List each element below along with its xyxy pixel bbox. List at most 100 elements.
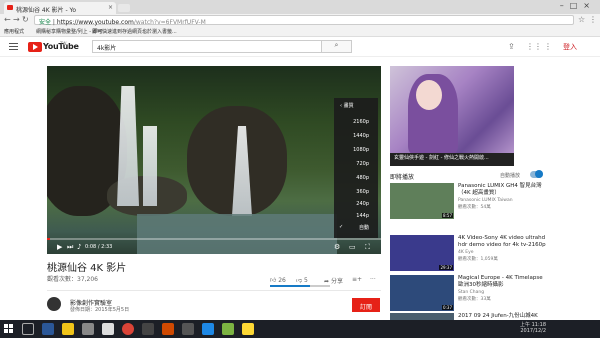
more-actions-icon[interactable]: ··· (370, 276, 376, 283)
autoplay-toggle[interactable] (530, 170, 543, 178)
windows-start-icon[interactable] (4, 324, 14, 334)
time-display: 0:08 / 2:33 (85, 244, 113, 250)
clock-date: 2017/12/2 (520, 328, 546, 334)
quality-option[interactable]: 240p (356, 201, 369, 207)
share-label: 分享 (330, 278, 343, 285)
bookmark-item[interactable]: 即可快速進到存過網頁... (92, 28, 147, 35)
menu-dots-icon[interactable]: ⋮ (589, 15, 597, 24)
search-icon: ⌕ (334, 41, 339, 49)
view-count: 觀看次數：37,206 (47, 276, 98, 283)
upload-icon[interactable]: ⇪ (508, 42, 515, 51)
ad-caption[interactable]: 玄靈仙俠手遊 - 劍紅 - 修仙之戰火熱開啟... (390, 153, 514, 166)
video-duration: 8:57 (442, 213, 453, 218)
quality-option[interactable]: 1080p (353, 147, 369, 153)
forward-icon[interactable]: → (13, 15, 20, 24)
subscribe-button[interactable]: 訂閱 (352, 298, 380, 312)
quality-option[interactable]: 720p (356, 161, 369, 167)
selected-check-icon: ✓ (339, 224, 344, 230)
bookmarks-bar: 應用程式 網購秘享購物彙整/列上 - 即可... 即可快速進到存過網頁... 也… (0, 26, 600, 37)
channel-avatar[interactable] (47, 297, 61, 311)
theater-mode-icon[interactable]: ▭ (349, 243, 356, 251)
quality-option-selected[interactable]: 自動 (359, 224, 369, 231)
publish-date: 發佈日期：2015年5月5日 (70, 307, 130, 313)
apps-grid-icon[interactable]: ⋮⋮ (526, 42, 542, 51)
system-tray-clock[interactable]: 上午 11:18 2017/12/2 (520, 322, 546, 334)
progress-bar[interactable] (47, 238, 381, 240)
autoplay-label: 自動播放 (500, 173, 521, 179)
ie-icon[interactable] (42, 323, 54, 335)
video-item-title[interactable]: 2017 09 24 Jiufen-九份山城4K (458, 313, 548, 320)
video-item-title[interactable]: Magical Europe - 4K Timelapse 歐洲30秒縮時攝影 (458, 275, 548, 289)
sign-in-button[interactable]: 登入 (563, 42, 577, 52)
app-icon[interactable] (182, 323, 194, 335)
thumbs-down-icon: 👎︎ (296, 277, 303, 284)
fullscreen-icon[interactable]: ⛶ (365, 243, 370, 252)
quality-option[interactable]: 2160p (353, 119, 369, 125)
star-icon[interactable]: ☆ (578, 15, 585, 24)
video-thumbnail[interactable]: 8:57 (390, 183, 454, 219)
dislike-button[interactable]: 👎︎ 5 (296, 276, 308, 284)
secure-label: 安全 (39, 19, 52, 26)
divider (47, 290, 381, 291)
search-input[interactable]: 4k影片 (92, 40, 322, 53)
bookmark-item[interactable]: 也於瀏入書籤... (142, 28, 177, 35)
quality-settings-menu[interactable]: ‹ 畫質 2160p 1440p 1080p 720p 480p 360p 24… (334, 98, 378, 238)
hamburger-menu-icon[interactable] (9, 43, 18, 50)
advertisement-banner[interactable] (390, 66, 514, 166)
waterfall (143, 126, 157, 206)
quality-option[interactable]: 1440p (353, 133, 369, 139)
task-view-icon[interactable] (22, 323, 34, 335)
quality-menu-header[interactable]: ‹ 畫質 (340, 102, 354, 109)
video-item-channel: 4K Eye (458, 250, 474, 255)
next-icon[interactable]: ⏭ (67, 243, 73, 252)
app-icon[interactable] (142, 323, 154, 335)
video-item-views: 觀看次數：54萬 (458, 205, 491, 210)
browser-tab[interactable]: 桃源仙谷 4K 影片 - Yo × (4, 2, 116, 14)
video-item-views: 觀看次數：33萬 (458, 297, 491, 302)
store-icon[interactable] (82, 323, 94, 335)
video-item-channel: Panasonic LUMIX Taiwan (458, 198, 513, 203)
app-icon[interactable] (242, 323, 254, 335)
window-controls[interactable]: –□× (560, 1, 596, 10)
play-icon[interactable]: ▶ (57, 243, 62, 251)
dislike-count: 5 (304, 277, 308, 284)
video-item-title[interactable]: Panasonic LUMIX GH4 智見台灣（4K 超高畫質） (458, 183, 548, 197)
app-icon[interactable] (202, 323, 214, 335)
player-controls: ▶ ⏭ ♪ 0:08 / 2:33 ⚙ ▭ ⛶ (47, 237, 381, 254)
app-icon[interactable] (222, 323, 234, 335)
bookmark-apps[interactable]: 應用程式 (4, 28, 24, 35)
tab-title: 桃源仙谷 4K 影片 - Yo (16, 7, 77, 14)
video-player[interactable] (47, 66, 381, 254)
video-thumbnail[interactable]: 0:37 (390, 275, 454, 311)
url-host: https://www.youtube.com (56, 19, 134, 26)
video-item-title[interactable]: 4K Video-Sony 4K video ultrahd hdr demo … (458, 235, 548, 249)
like-button[interactable]: 👍︎ 26 (270, 276, 286, 284)
video-item-views: 觀看次數：1,059萬 (458, 257, 498, 262)
video-duration: 29:37 (439, 265, 453, 270)
url-field[interactable]: 安全 | https://www.youtube.com/watch?v=6FV… (34, 15, 574, 26)
video-thumbnail[interactable]: 29:37 (390, 235, 454, 271)
close-tab-icon[interactable]: × (108, 4, 113, 11)
like-ratio-bar (270, 285, 330, 287)
share-button[interactable]: ➦ 分享 (324, 276, 343, 285)
app-icon[interactable] (102, 323, 114, 335)
search-button[interactable]: ⌕ (322, 40, 352, 53)
chrome-icon[interactable] (122, 323, 134, 335)
more-icon[interactable]: ⋮ (544, 42, 552, 51)
settings-gear-icon[interactable]: ⚙ (334, 243, 340, 251)
volume-icon[interactable]: ♪ (77, 243, 81, 251)
up-next-label: 即將播放 (390, 174, 415, 181)
quality-option[interactable]: 480p (356, 175, 369, 181)
quality-option[interactable]: 360p (356, 189, 369, 195)
youtube-logo-icon[interactable] (28, 42, 42, 52)
file-explorer-icon[interactable] (62, 323, 74, 335)
share-icon: ➦ (324, 278, 330, 285)
reload-icon[interactable]: ↻ (22, 15, 29, 24)
thumbs-up-icon: 👍︎ (270, 277, 277, 284)
video-thumbnail[interactable] (390, 313, 454, 320)
new-tab-button[interactable] (118, 4, 130, 12)
app-icon[interactable] (162, 323, 174, 335)
add-to-icon[interactable]: ≡+ (352, 276, 362, 283)
quality-option[interactable]: 144p (356, 213, 369, 219)
back-icon[interactable]: ← (4, 15, 11, 24)
